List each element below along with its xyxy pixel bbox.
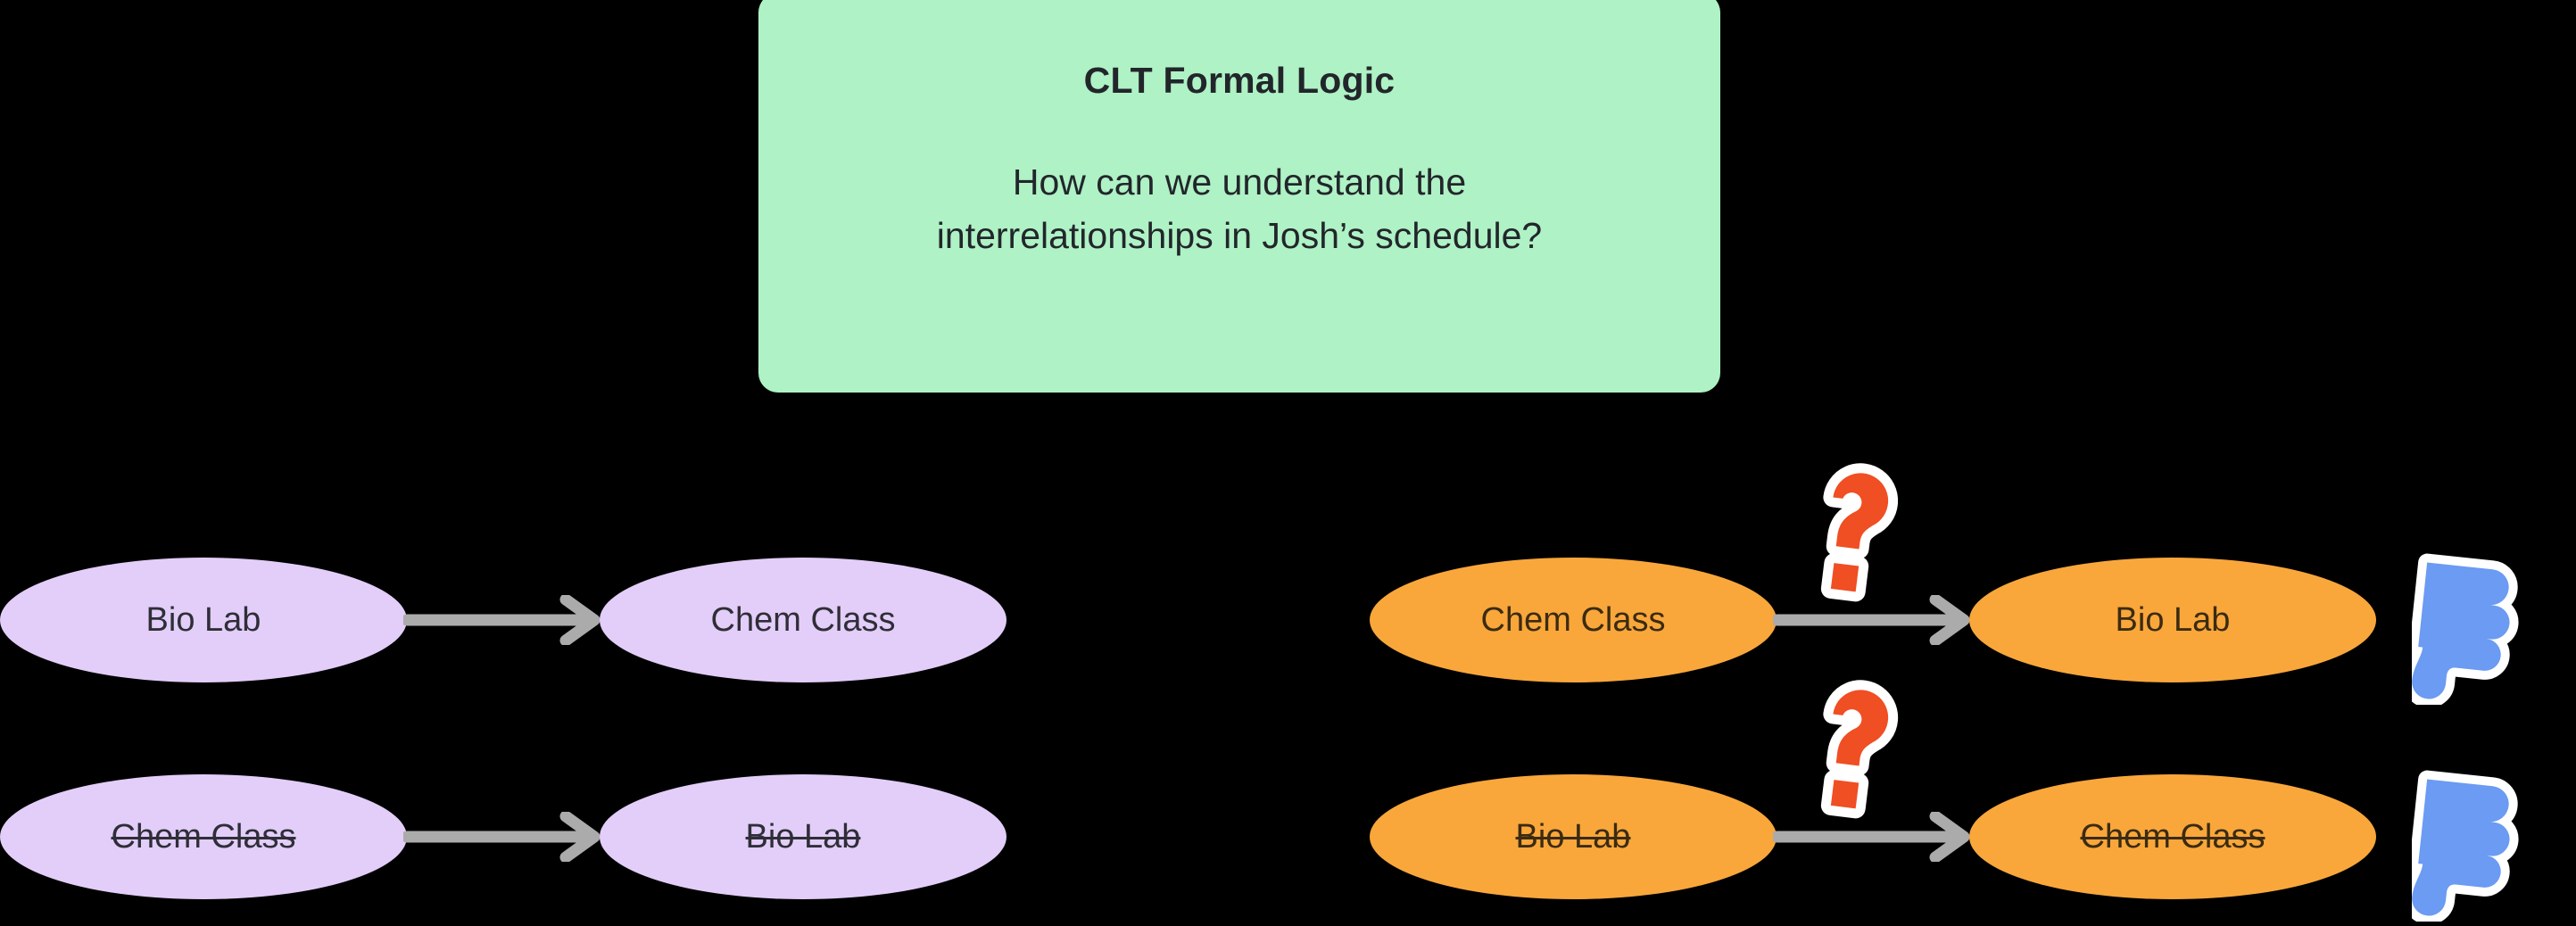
callout-body-line-1: How can we understand the [1012, 161, 1467, 203]
thumbs-down-icon [2412, 770, 2519, 922]
relation-row-right-2: Bio Lab Chem Class [1370, 680, 2576, 922]
question-mark-icon [1820, 680, 1899, 819]
node-target[interactable]: Bio Lab [1969, 558, 2376, 682]
arrow-right-icon [403, 595, 601, 645]
question-mark-icon [1820, 463, 1899, 602]
node-target-label: Bio Lab [745, 818, 861, 856]
callout-body-line-2: interrelationships in Josh’s schedule? [936, 214, 1543, 256]
node-target[interactable]: Chem Class [1969, 774, 2376, 899]
relation-row-left-2: Chem Class Bio Lab [0, 774, 1013, 899]
node-source[interactable]: Bio Lab [1370, 774, 1777, 899]
relation-row-right-1: Chem Class Bio Lab [1370, 463, 2576, 705]
arrow-right-icon [403, 812, 601, 862]
node-target-label: Bio Lab [2115, 601, 2231, 639]
node-target-label: Chem Class [2080, 818, 2265, 856]
node-source-label: Chem Class [1480, 601, 1666, 639]
node-source[interactable]: Chem Class [0, 774, 407, 899]
node-source[interactable]: Chem Class [1370, 558, 1777, 682]
callout-body: How can we understand the interrelations… [821, 156, 1658, 262]
relation-row-left-1: Bio Lab Chem Class [0, 558, 1013, 682]
node-source-label: Bio Lab [145, 601, 261, 639]
node-target-label: Chem Class [710, 601, 896, 639]
callout-title: CLT Formal Logic [1083, 60, 1396, 101]
node-source-label: Chem Class [111, 818, 296, 856]
node-source-label: Bio Lab [1515, 818, 1631, 856]
thumbs-down-icon [2412, 553, 2519, 705]
callout-card: CLT Formal Logic How can we understand t… [758, 0, 1720, 393]
node-target[interactable]: Chem Class [600, 558, 1006, 682]
node-target[interactable]: Bio Lab [600, 774, 1006, 899]
node-source[interactable]: Bio Lab [0, 558, 407, 682]
